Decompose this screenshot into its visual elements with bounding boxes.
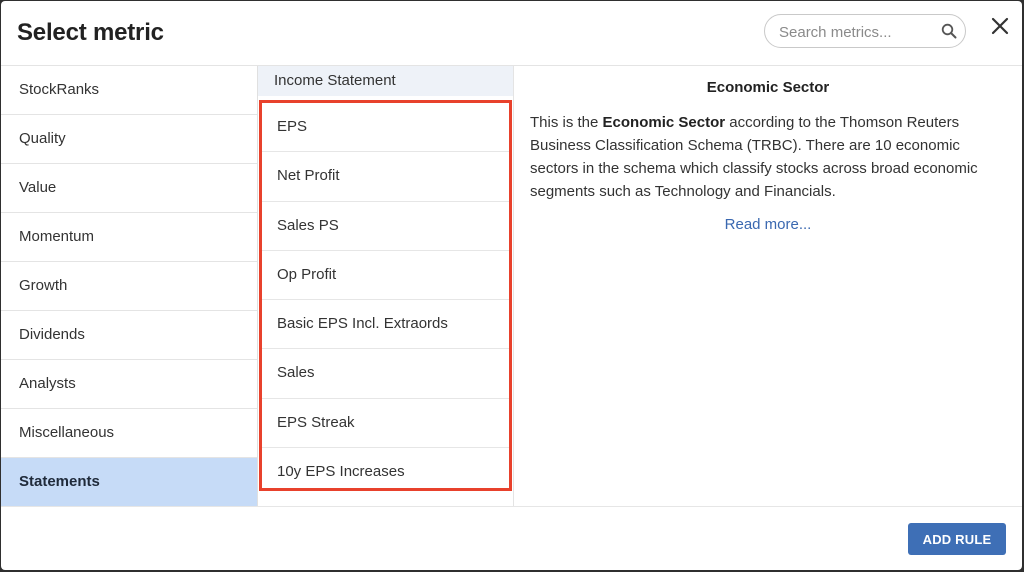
metric-item-net-profit[interactable]: Net Profit	[262, 152, 509, 202]
category-item-quality[interactable]: Quality	[1, 115, 257, 164]
category-item-analysts[interactable]: Analysts	[1, 360, 257, 409]
metric-item-basic-eps-incl-extraords[interactable]: Basic EPS Incl. Extraords	[262, 300, 509, 350]
search-box[interactable]	[764, 14, 966, 48]
metric-item-10y-eps-increases[interactable]: 10y EPS Increases	[262, 448, 509, 497]
dialog-footer: ADD RULE	[1, 506, 1022, 570]
dialog-title: Select metric	[17, 19, 164, 46]
dialog-header: Select metric	[1, 1, 1022, 66]
detail-text-lead: This is the	[530, 114, 603, 131]
metrics-panel: Income Statement EPS Net Profit Sales PS…	[258, 66, 514, 506]
read-more-link[interactable]: Read more...	[514, 216, 1022, 233]
category-item-dividends[interactable]: Dividends	[1, 311, 257, 360]
metric-item-op-profit[interactable]: Op Profit	[262, 251, 509, 301]
category-item-value[interactable]: Value	[1, 164, 257, 213]
detail-text-bold: Economic Sector	[602, 114, 726, 131]
metrics-panel-header: Income Statement	[258, 66, 513, 96]
search-input[interactable]	[777, 21, 941, 43]
detail-title: Economic Sector	[706, 79, 830, 96]
metric-detail-panel: Economic Sector This is the Economic Sec…	[514, 66, 1022, 506]
metric-item-eps[interactable]: EPS	[262, 103, 509, 153]
select-metric-dialog: Select metric StockRanks Quality Value M…	[1, 1, 1022, 570]
category-list: StockRanks Quality Value Momentum Growth…	[1, 66, 258, 507]
category-item-statements[interactable]: Statements	[1, 458, 257, 507]
search-icon[interactable]	[941, 23, 957, 39]
metric-item-sales-ps[interactable]: Sales PS	[262, 202, 509, 251]
detail-description: This is the Economic Sector according to…	[530, 111, 1010, 203]
category-item-growth[interactable]: Growth	[1, 262, 257, 311]
close-icon[interactable]	[989, 15, 1011, 37]
metric-list-highlight: EPS Net Profit Sales PS Op Profit Basic …	[259, 100, 512, 491]
category-item-miscellaneous[interactable]: Miscellaneous	[1, 409, 257, 458]
metric-item-sales[interactable]: Sales	[262, 349, 509, 399]
category-item-momentum[interactable]: Momentum	[1, 213, 257, 262]
metric-item-eps-streak[interactable]: EPS Streak	[262, 399, 509, 449]
category-item-stockranks[interactable]: StockRanks	[1, 66, 257, 115]
add-rule-button[interactable]: ADD RULE	[908, 523, 1006, 555]
